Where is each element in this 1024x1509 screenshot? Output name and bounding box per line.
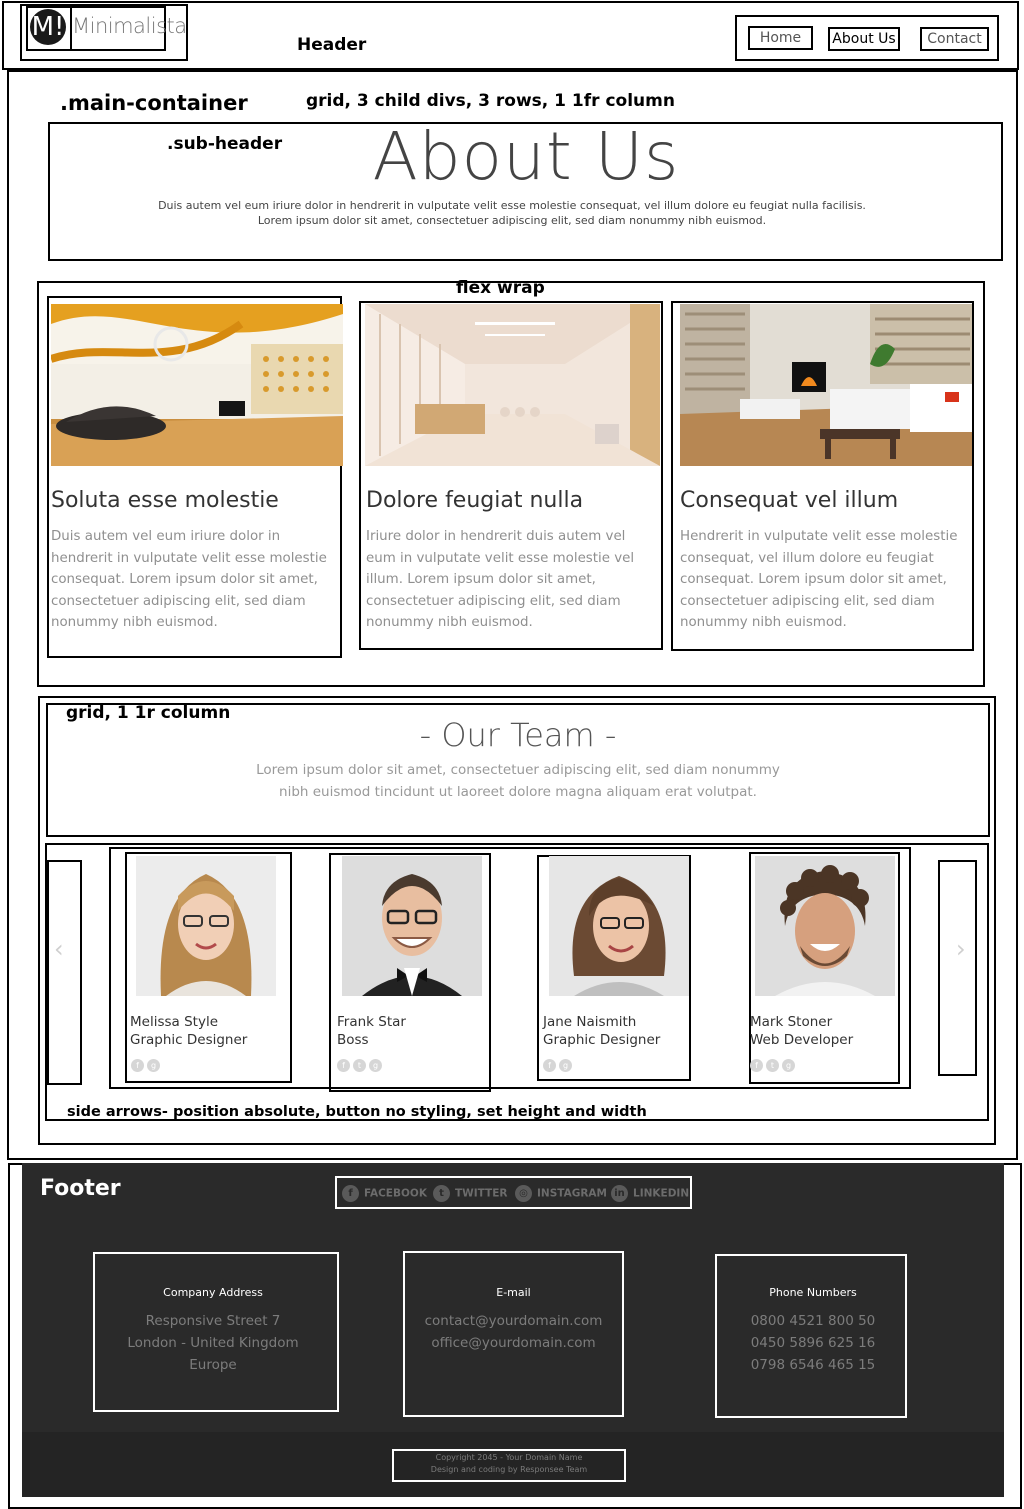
facebook-icon[interactable]: f [337, 1059, 350, 1072]
member-2-name: Frank Star [337, 1014, 406, 1030]
logo-text[interactable]: Minimalista [72, 14, 187, 38]
member-1-photo [136, 856, 276, 996]
member-4-name: Mark Stoner [750, 1014, 833, 1030]
footer-social-twitter[interactable]: t TWITTER [433, 1185, 507, 1202]
footer-address-line1: Responsive Street 7 [145, 1313, 281, 1329]
footer-social-linkedin[interactable]: in LINKEDIN [611, 1185, 689, 1202]
carousel-next-button[interactable] [938, 860, 977, 1076]
about-text-line2: Lorem ipsum dolor sit amet, consectetuer… [257, 214, 767, 227]
card-2-image [365, 304, 660, 466]
card-3-text: Hendrerit in vulputate velit esse molest… [680, 529, 958, 631]
member-3-role: Graphic Designer [543, 1032, 661, 1048]
facebook-icon[interactable]: f [131, 1059, 144, 1072]
chevron-left-icon[interactable]: ‹ [54, 935, 64, 963]
footer-col-address [93, 1252, 339, 1412]
footer-col-address-heading: Company Address [163, 1286, 263, 1299]
facebook-icon[interactable]: f [750, 1059, 763, 1072]
member-4-photo [755, 856, 895, 996]
chevron-right-icon[interactable]: › [956, 935, 966, 963]
footer-address-line2: London - United Kingdom [127, 1335, 299, 1351]
member-2-role: Boss [337, 1032, 369, 1048]
twitter-icon[interactable]: t [353, 1059, 366, 1072]
footer-title: Footer [40, 1176, 121, 1201]
google-plus-icon[interactable]: g [147, 1059, 160, 1072]
member-4-role: Web Developer [750, 1032, 854, 1048]
google-plus-icon[interactable]: g [369, 1059, 382, 1072]
member-1-role: Graphic Designer [130, 1032, 248, 1048]
nav-about-us[interactable]: About Us [828, 27, 900, 51]
linkedin-icon: in [611, 1185, 628, 1202]
twitter-icon: t [433, 1185, 450, 1202]
card-1-text: Duis autem vel eum iriure dolor in hendr… [51, 529, 327, 631]
member-2-photo [342, 856, 482, 996]
footer-col-phone-heading: Phone Numbers [769, 1286, 857, 1299]
card-1-image [51, 304, 343, 466]
facebook-icon[interactable]: f [543, 1059, 556, 1072]
carousel-prev-button[interactable] [47, 860, 82, 1085]
member-1-name: Melissa Style [130, 1014, 218, 1030]
card-2-text: Iriure dolor in hendrerit duis autem vel… [366, 529, 635, 631]
footer-phone-3: 0798 6546 465 15 [750, 1357, 876, 1373]
annotation-side-arrows: side arrows- position absolute, button n… [67, 1104, 647, 1120]
footer-col-email [403, 1251, 624, 1417]
team-title: - Our Team - [419, 716, 617, 754]
instagram-icon: ◎ [515, 1185, 532, 1202]
member-3-photo [549, 856, 689, 996]
card-1-title: Soluta esse molestie [51, 488, 279, 513]
team-text-line2: nibh euismod tincidunt ut laoreet dolore… [279, 784, 757, 800]
footer-col-email-heading: E-mail [496, 1286, 531, 1299]
footer-email-2[interactable]: office@yourdomain.com [403, 1335, 624, 1351]
footer-email-1[interactable]: contact@yourdomain.com [403, 1313, 624, 1329]
logo-mark[interactable]: M! [30, 9, 66, 45]
copyright-line1: Copyright 2045 - Your Domain Name [435, 1453, 583, 1462]
footer-social-facebook[interactable]: f FACEBOOK [342, 1185, 427, 1202]
team-text-line1: Lorem ipsum dolor sit amet, consectetuer… [256, 762, 780, 778]
facebook-icon: f [342, 1185, 359, 1202]
annotation-flex-wrap: flex wrap [456, 278, 545, 298]
copyright-line2: Design and coding by Responsee Team [430, 1465, 588, 1474]
card-3-image [680, 304, 972, 466]
google-plus-icon[interactable]: g [782, 1059, 795, 1072]
annotation-main-container: .main-container [60, 91, 248, 115]
nav-contact[interactable]: Contact [920, 27, 989, 51]
google-plus-icon[interactable]: g [559, 1059, 572, 1072]
footer-phone-2: 0450 5896 625 16 [750, 1335, 876, 1351]
twitter-icon[interactable]: t [766, 1059, 779, 1072]
footer-phone-1: 0800 4521 800 50 [750, 1313, 876, 1329]
about-text-line1: Duis autem vel eum iriure dolor in hendr… [158, 199, 866, 212]
annotation-header: Header [297, 35, 367, 55]
card-3-title: Consequat vel illum [680, 488, 899, 513]
page-title: About Us [372, 118, 680, 195]
footer-address-line3: Europe [189, 1357, 237, 1373]
annotation-main-grid: grid, 3 child divs, 3 rows, 1 1fr column [306, 91, 675, 111]
card-2-title: Dolore feugiat nulla [366, 488, 584, 513]
footer-social-instagram[interactable]: ◎ INSTAGRAM [515, 1185, 607, 1202]
nav-home[interactable]: Home [748, 26, 813, 50]
member-3-name: Jane Naismith [543, 1014, 637, 1030]
